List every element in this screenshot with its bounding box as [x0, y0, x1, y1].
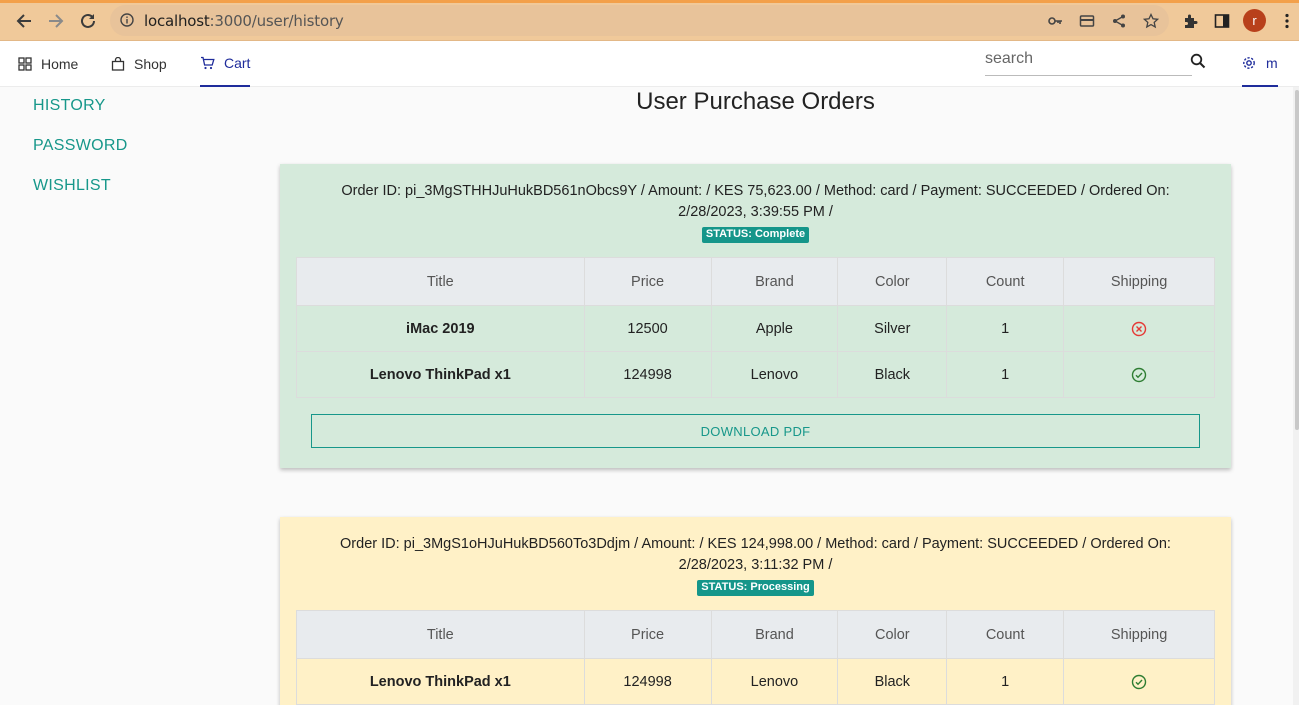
cell-brand: Lenovo [710, 351, 839, 398]
check-circle-icon [1131, 367, 1147, 382]
avatar[interactable]: r [1243, 9, 1266, 32]
cart-icon [200, 56, 215, 70]
scrollbar-thumb[interactable] [1295, 90, 1299, 430]
card-icon[interactable] [1077, 11, 1097, 31]
table-header-row: Title Price Brand Color Count Shipping [296, 257, 1215, 306]
site-info-icon[interactable] [120, 13, 134, 32]
cell-count: 1 [946, 351, 1065, 398]
cell-color: Black [837, 351, 948, 398]
reload-icon[interactable] [75, 8, 101, 34]
tab-strip-edge [0, 0, 1299, 3]
url-path: :3000/user/history [209, 12, 344, 30]
column-header: Brand [710, 610, 839, 659]
order-items-table: Title Price Brand Color Count Shipping L… [296, 610, 1215, 705]
column-header: Color [837, 257, 948, 306]
nav-settings[interactable]: m [1242, 41, 1278, 87]
side-panel-icon[interactable] [1209, 8, 1235, 34]
column-header: Brand [710, 257, 839, 306]
gear-icon [1242, 56, 1256, 70]
column-header: Title [296, 610, 585, 659]
column-header: Price [583, 610, 712, 659]
order-info-text: Order ID: pi_3MgSTHHJuHukBD561nObcs9Y / … [341, 183, 1170, 220]
column-header: Title [296, 257, 585, 306]
url-text: localhost:3000/user/history [144, 12, 344, 30]
page-title: User Purchase Orders [636, 88, 875, 115]
status-badge: STATUS: Complete [701, 227, 810, 243]
sidebar-item-history[interactable]: HISTORY [33, 97, 128, 137]
cell-color: Silver [837, 305, 948, 352]
cell-brand: Lenovo [710, 658, 839, 705]
x-circle-icon [1131, 321, 1147, 336]
column-header: Count [946, 257, 1065, 306]
nav-shop[interactable]: Shop [111, 41, 167, 87]
cell-brand: Apple [710, 305, 839, 352]
cell-price: 124998 [583, 658, 712, 705]
order-card: Order ID: pi_3MgS1oHJuHukBD560To3Ddjm / … [280, 517, 1231, 705]
cell-shipping [1063, 658, 1215, 705]
sidebar-item-password[interactable]: PASSWORD [33, 137, 128, 177]
column-header: Shipping [1063, 610, 1215, 659]
back-icon[interactable] [11, 8, 37, 34]
download-pdf-button[interactable]: DOWNLOAD PDF [311, 414, 1200, 448]
check-circle-icon [1131, 674, 1147, 689]
order-items-table: Title Price Brand Color Count Shipping i… [296, 257, 1215, 398]
cell-title: Lenovo ThinkPad x1 [296, 351, 585, 398]
cell-title: iMac 2019 [296, 305, 585, 352]
forward-icon[interactable] [43, 8, 69, 34]
search-field[interactable] [985, 50, 1192, 76]
home-grid-icon [18, 57, 32, 71]
cell-count: 1 [946, 305, 1065, 352]
status-badge: STATUS: Processing [697, 580, 814, 596]
search-icon[interactable] [1190, 53, 1206, 74]
cell-count: 1 [946, 658, 1065, 705]
extensions-icon[interactable] [1177, 8, 1203, 34]
order-card: Order ID: pi_3MgSTHHJuHukBD561nObcs9Y / … [280, 164, 1231, 468]
browser-toolbar: localhost:3000/user/history r [0, 0, 1299, 41]
bookmark-star-icon[interactable] [1141, 11, 1161, 31]
column-header: Color [837, 610, 948, 659]
order-info-text: Order ID: pi_3MgS1oHJuHukBD560To3Ddjm / … [340, 536, 1171, 573]
kebab-menu-icon[interactable] [1274, 8, 1299, 34]
order-info: Order ID: pi_3MgS1oHJuHukBD560To3Ddjm / … [280, 517, 1231, 597]
table-row: iMac 2019 12500 Apple Silver 1 [296, 305, 1215, 352]
app-navbar: Home Shop Cart m [0, 41, 1299, 87]
cell-price: 12500 [583, 305, 712, 352]
table-header-row: Title Price Brand Color Count Shipping [296, 610, 1215, 659]
address-bar[interactable]: localhost:3000/user/history [110, 5, 1169, 36]
cell-title: Lenovo ThinkPad x1 [296, 658, 585, 705]
nav-shop-label: Shop [134, 56, 167, 72]
column-header: Shipping [1063, 257, 1215, 306]
cell-shipping [1063, 351, 1215, 398]
table-row: Lenovo ThinkPad x1 124998 Lenovo Black 1 [296, 351, 1215, 398]
order-info: Order ID: pi_3MgSTHHJuHukBD561nObcs9Y / … [280, 164, 1231, 244]
user-sidebar: HISTORY PASSWORD WISHLIST [33, 97, 128, 217]
nav-cart-label: Cart [224, 55, 251, 71]
column-header: Count [946, 610, 1065, 659]
key-icon[interactable] [1045, 11, 1065, 31]
table-row: Lenovo ThinkPad x1 124998 Lenovo Black 1 [296, 658, 1215, 705]
shopping-bag-icon [111, 57, 125, 71]
sidebar-item-wishlist[interactable]: WISHLIST [33, 177, 128, 217]
search-input[interactable] [985, 50, 1175, 68]
nav-settings-label: m [1266, 55, 1278, 71]
nav-cart[interactable]: Cart [200, 41, 251, 87]
nav-home-label: Home [41, 56, 79, 72]
column-header: Price [583, 257, 712, 306]
cell-color: Black [837, 658, 948, 705]
cell-shipping [1063, 305, 1215, 352]
nav-home[interactable]: Home [18, 41, 78, 87]
share-icon[interactable] [1109, 11, 1129, 31]
url-host: localhost [144, 12, 210, 30]
cell-price: 124998 [583, 351, 712, 398]
